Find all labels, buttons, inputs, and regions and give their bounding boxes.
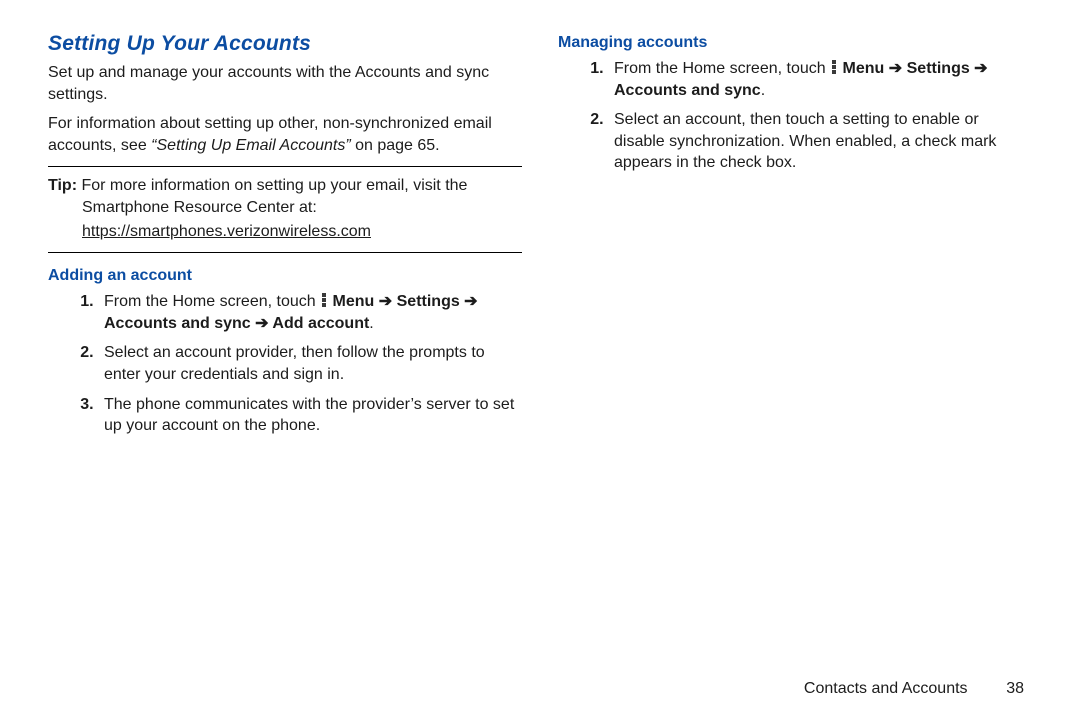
subhead-adding: Adding an account <box>48 267 522 285</box>
tip-label: Tip: <box>48 177 81 194</box>
tip-line1: Tip: For more information on setting up … <box>48 175 520 218</box>
right-column: Managing accounts From the Home screen, … <box>558 32 1032 672</box>
two-column-layout: Setting Up Your Accounts Set up and mana… <box>48 32 1032 672</box>
add-step-3: The phone communicates with the provider… <box>98 394 522 437</box>
add-step-1: From the Home screen, touch Menu ➔ Setti… <box>98 291 522 334</box>
footer-section: Contacts and Accounts <box>804 680 968 697</box>
subhead-managing: Managing accounts <box>558 34 1032 52</box>
divider-top <box>48 166 522 167</box>
tip-url[interactable]: https://smartphones.verizonwireless.com <box>82 223 371 240</box>
section-title: Setting Up Your Accounts <box>48 32 522 56</box>
add-step1-post: . <box>369 315 373 332</box>
menu-icon <box>322 293 326 307</box>
mng-step1-pre: From the Home screen, touch <box>614 60 830 77</box>
mng-step-2: Select an account, then touch a setting … <box>608 109 1032 174</box>
tip-url-line: https://smartphones.verizonwireless.com <box>48 221 520 243</box>
divider-bottom <box>48 252 522 253</box>
intro-paragraph-1: Set up and manage your accounts with the… <box>48 62 522 105</box>
page-footer: Contacts and Accounts 38 <box>48 672 1032 698</box>
adding-steps: From the Home screen, touch Menu ➔ Setti… <box>48 291 522 437</box>
mng-step1-post: . <box>761 82 765 99</box>
intro-paragraph-2: For information about setting up other, … <box>48 113 522 156</box>
add-step-2: Select an account provider, then follow … <box>98 342 522 385</box>
managing-steps: From the Home screen, touch Menu ➔ Setti… <box>558 58 1032 174</box>
manual-page: Setting Up Your Accounts Set up and mana… <box>0 0 1080 720</box>
tip-text: For more information on setting up your … <box>81 177 467 216</box>
intro2-xref: “Setting Up Email Accounts” <box>151 137 350 154</box>
intro2-post: on page 65. <box>351 137 440 154</box>
left-column: Setting Up Your Accounts Set up and mana… <box>48 32 522 672</box>
menu-icon <box>832 60 836 74</box>
tip-block: Tip: For more information on setting up … <box>48 175 522 242</box>
mng-step-1: From the Home screen, touch Menu ➔ Setti… <box>608 58 1032 101</box>
footer-page-number: 38 <box>994 680 1024 698</box>
add-step1-pre: From the Home screen, touch <box>104 293 320 310</box>
